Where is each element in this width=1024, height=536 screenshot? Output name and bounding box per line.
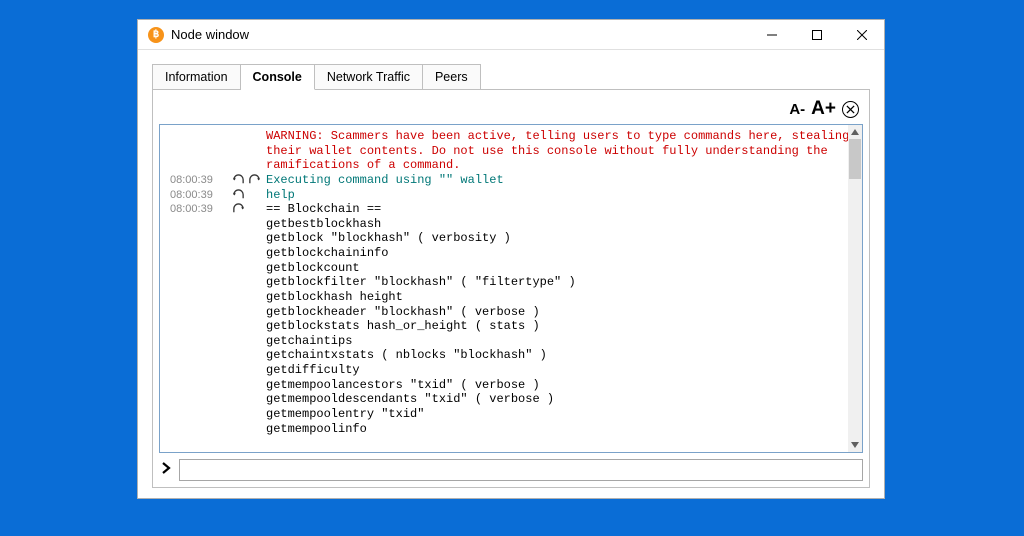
console-toolbar: A- A+ (159, 96, 863, 124)
console-line: Executing command using "" wallet (266, 173, 844, 188)
console-output: WARNING: Scammers have been active, tell… (159, 124, 863, 453)
console-row: 08:00:39 help (170, 188, 844, 203)
console-warning-row: WARNING: Scammers have been active, tell… (170, 129, 844, 173)
window-body: Information Console Network Traffic Peer… (138, 50, 884, 498)
console-scrollbar[interactable] (848, 125, 862, 452)
return-icon (232, 203, 245, 216)
close-button[interactable] (839, 20, 884, 50)
timestamp (170, 129, 232, 173)
scroll-down-icon[interactable] (848, 438, 862, 452)
timestamp: 08:00:39 (170, 188, 232, 203)
x-icon (846, 105, 855, 114)
console-text-area[interactable]: WARNING: Scammers have been active, tell… (160, 125, 848, 452)
maximize-button[interactable] (794, 20, 839, 50)
window-title: Node window (171, 27, 749, 42)
console-row: 08:00:39 == Blockchain == getbestblockha… (170, 202, 844, 436)
console-line: help (266, 188, 844, 203)
row-icons (232, 188, 266, 203)
console-row: 08:00:39 Executing command using "" wall… (170, 173, 844, 188)
clear-console-button[interactable] (842, 101, 859, 118)
reply-icon (232, 189, 245, 202)
font-increase-button[interactable]: A+ (811, 98, 836, 120)
titlebar: ฿ Node window (138, 20, 884, 50)
console-panel: A- A+ WARNING: Scammers have been active… (152, 89, 870, 488)
console-input-row (159, 459, 863, 481)
bitcoin-icon: ฿ (148, 27, 164, 43)
tab-network-traffic[interactable]: Network Traffic (315, 64, 423, 90)
node-window: ฿ Node window Information Console Networ… (137, 19, 885, 499)
tab-information[interactable]: Information (152, 64, 241, 90)
font-decrease-button[interactable]: A- (789, 101, 805, 118)
row-icons (232, 173, 266, 188)
scroll-up-icon[interactable] (848, 125, 862, 139)
prompt-icon (159, 461, 175, 479)
timestamp: 08:00:39 (170, 202, 232, 436)
row-icons (232, 129, 266, 173)
console-line: == Blockchain == getbestblockhash getblo… (266, 202, 844, 436)
tabs: Information Console Network Traffic Peer… (152, 64, 870, 90)
tab-console[interactable]: Console (241, 64, 315, 90)
timestamp: 08:00:39 (170, 173, 232, 188)
reply-icon (232, 174, 245, 187)
console-input[interactable] (179, 459, 863, 481)
warning-text: WARNING: Scammers have been active, tell… (266, 129, 848, 173)
scroll-thumb[interactable] (849, 139, 861, 179)
return-icon (248, 174, 261, 187)
minimize-button[interactable] (749, 20, 794, 50)
row-icons (232, 202, 266, 436)
tab-peers[interactable]: Peers (423, 64, 481, 90)
